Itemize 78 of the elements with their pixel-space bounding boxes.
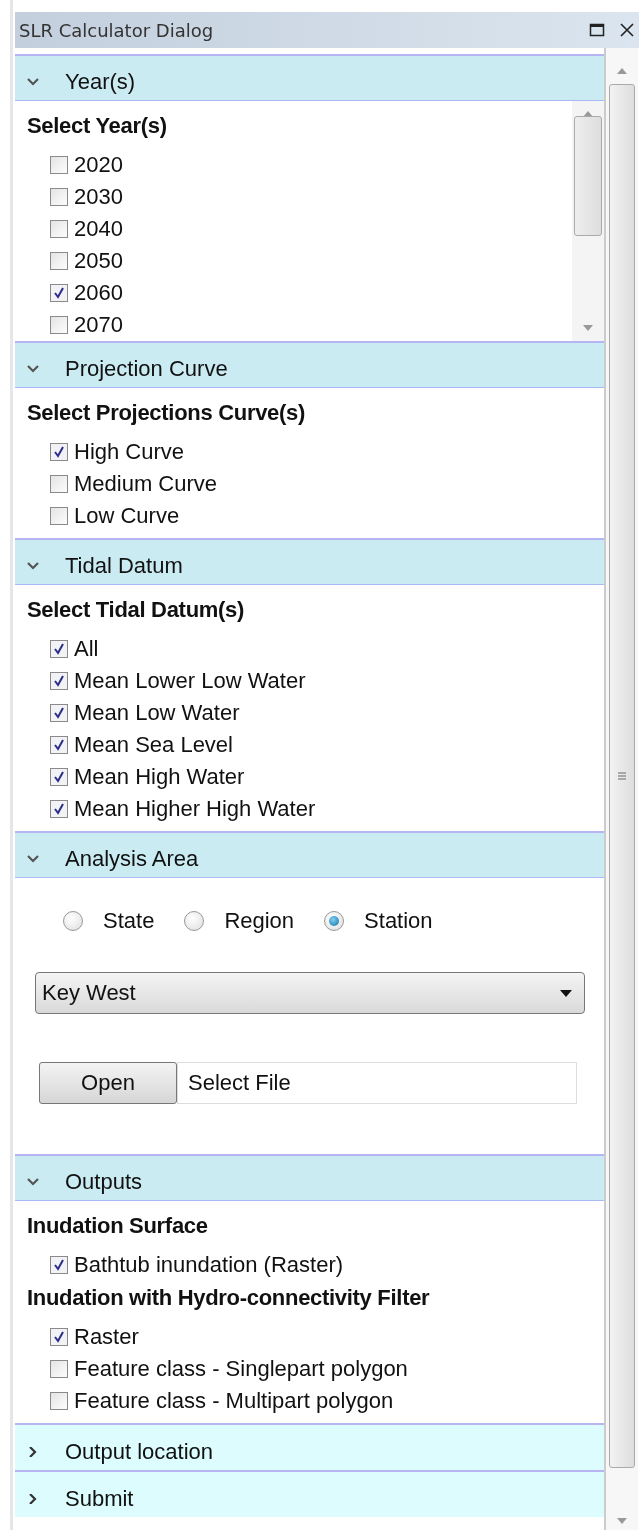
- checkbox[interactable]: [50, 800, 68, 818]
- window-title: SLR Calculator Dialog: [19, 19, 215, 41]
- scrollbar[interactable]: [572, 101, 604, 341]
- checkbox[interactable]: [50, 188, 68, 206]
- checkbox-label[interactable]: Feature class - Singlepart polygon: [74, 1356, 408, 1382]
- chevron-icon: [27, 1493, 39, 1504]
- chevron-icon: [27, 77, 39, 87]
- scroll-up-icon[interactable]: [617, 68, 627, 74]
- section-header[interactable]: Outputs: [15, 1154, 604, 1201]
- checkbox[interactable]: [50, 507, 68, 525]
- checkbox-label[interactable]: Bathtub inundation (Raster): [74, 1252, 344, 1278]
- radio-label[interactable]: Region: [224, 908, 295, 934]
- checkbox-label[interactable]: Raster: [74, 1324, 139, 1350]
- checkbox[interactable]: [50, 156, 68, 174]
- checkbox[interactable]: [50, 475, 68, 493]
- checkbox[interactable]: [50, 220, 68, 238]
- chevron-icon: [27, 561, 39, 571]
- checkbox[interactable]: [50, 443, 68, 461]
- file-field[interactable]: Select File: [177, 1062, 577, 1104]
- dropdown-caret-icon: [560, 989, 572, 997]
- radio-button[interactable]: [324, 911, 345, 931]
- checkbox-label[interactable]: 2040: [74, 216, 123, 242]
- checkbox-label[interactable]: All: [74, 636, 99, 662]
- checkbox-label[interactable]: Medium Curve: [74, 471, 218, 497]
- station-dropdown[interactable]: Key West: [35, 972, 585, 1014]
- radio-label[interactable]: Station: [364, 908, 433, 934]
- checkbox-label[interactable]: Feature class - Multipart polygon: [74, 1388, 394, 1414]
- checkbox-label[interactable]: 2060: [74, 280, 123, 306]
- section-header[interactable]: Analysis Area: [15, 831, 604, 878]
- checkbox[interactable]: [50, 1392, 68, 1410]
- radio-button[interactable]: [184, 911, 205, 931]
- checkbox-label[interactable]: Mean Higher High Water: [74, 796, 316, 822]
- radio-button[interactable]: [63, 911, 83, 931]
- scroll-thumb[interactable]: [609, 84, 635, 1468]
- section-header[interactable]: Tidal Datum: [15, 538, 604, 585]
- checkbox-label[interactable]: High Curve: [74, 439, 185, 465]
- checkbox[interactable]: [50, 252, 68, 270]
- checkbox[interactable]: [50, 1328, 68, 1346]
- open-button[interactable]: Open: [39, 1062, 177, 1104]
- group-heading: Select Year(s): [27, 112, 168, 140]
- group-heading: Select Tidal Datum(s): [27, 596, 246, 624]
- checkbox-label[interactable]: Mean Lower Low Water: [74, 668, 306, 694]
- checkbox-label[interactable]: 2020: [74, 152, 123, 178]
- checkbox[interactable]: [50, 284, 68, 302]
- checkbox-label[interactable]: 2030: [74, 184, 123, 210]
- chevron-icon: [27, 1446, 39, 1457]
- checkbox-label[interactable]: 2070: [74, 312, 123, 338]
- group-heading: Select Projections Curve(s): [27, 399, 306, 427]
- scroll-thumb[interactable]: [574, 116, 602, 236]
- checkbox[interactable]: [50, 1256, 68, 1274]
- chevron-icon: [27, 1177, 39, 1187]
- checkbox-label[interactable]: Low Curve: [74, 503, 180, 529]
- section-header[interactable]: Projection Curve: [15, 341, 604, 388]
- checkbox-label[interactable]: 2050: [74, 248, 123, 274]
- checkbox-label[interactable]: Mean High Water: [74, 764, 245, 790]
- chevron-icon: [27, 364, 39, 374]
- close-icon[interactable]: [619, 22, 635, 38]
- checkbox[interactable]: [50, 316, 68, 334]
- group-heading: Inudation with Hydro-connectivity Filter: [27, 1284, 431, 1312]
- checkbox[interactable]: [50, 672, 68, 690]
- section-header[interactable]: Year(s): [15, 54, 604, 101]
- checkbox[interactable]: [50, 1360, 68, 1378]
- maximize-icon[interactable]: [589, 22, 605, 38]
- section-header[interactable]: Submit: [15, 1470, 604, 1517]
- checkbox-label[interactable]: Mean Sea Level: [74, 732, 233, 758]
- group-heading: Inudation Surface: [27, 1212, 209, 1240]
- radio-label[interactable]: State: [103, 908, 155, 934]
- grip-icon: [618, 772, 626, 780]
- checkbox[interactable]: [50, 704, 68, 722]
- scroll-down-icon[interactable]: [617, 1518, 627, 1524]
- section-header[interactable]: Output location: [15, 1423, 604, 1470]
- scroll-down-icon[interactable]: [583, 325, 593, 331]
- checkbox[interactable]: [50, 768, 68, 786]
- checkbox[interactable]: [50, 640, 68, 658]
- checkbox[interactable]: [50, 736, 68, 754]
- chevron-icon: [27, 854, 39, 864]
- scrollbar[interactable]: [606, 48, 638, 1530]
- checkbox-label[interactable]: Mean Low Water: [74, 700, 240, 726]
